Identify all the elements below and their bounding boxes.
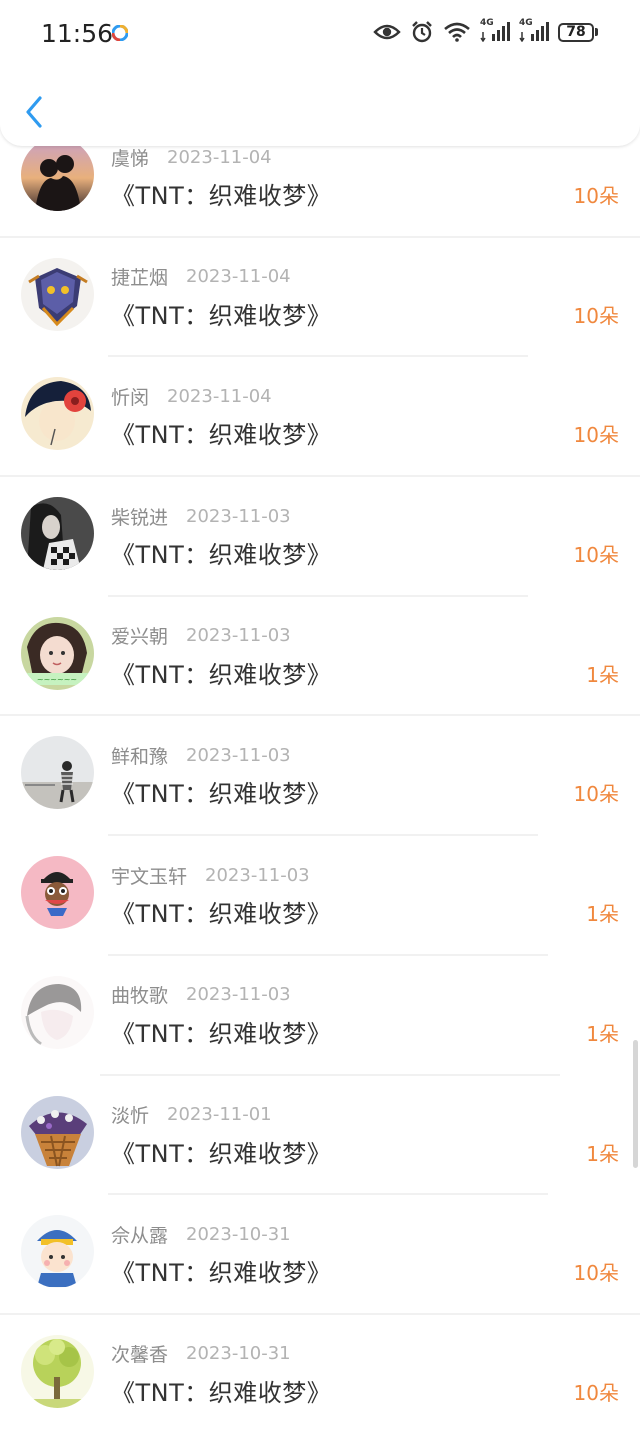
record-date: 2023-11-03 [186,984,291,1006]
avatar[interactable] [21,138,94,211]
signal-icon: 4G [519,18,549,42]
user-name: 淡忻 [111,1105,150,1127]
user-name: 曲牧歌 [111,985,169,1008]
flower-count: 10朵 [573,782,619,807]
avatar[interactable] [21,1334,94,1408]
status-time: 11:56 [41,19,114,48]
user-name: 宇文玉轩 [111,865,188,888]
work-title[interactable]: 《TNT：织难收梦》 [111,176,331,211]
battery-level: 78 [558,22,594,42]
flower-count: 10朵 [573,423,619,448]
work-title[interactable]: 《TNT：织难收梦》 [111,894,331,929]
flower-count: 1朵 [586,1141,619,1166]
gift-record-list: 虞悌 2023-11-04 《TNT：织难收梦》 10朵 捷芷烟 2023-11-0… [0,118,640,1435]
list-item[interactable]: 柴锐进 2023-11-03 《TNT：织难收梦》 10朵 [0,477,640,597]
list-item[interactable]: 忻闵 2023-11-04 《TNT：织难收梦》 10朵 [0,357,640,478]
flower-count: 10朵 [573,184,619,208]
record-date: 2023-11-04 [167,385,272,407]
signal-icon: 4G [480,18,510,42]
alarm-icon [410,21,434,43]
work-title[interactable]: 《TNT：织难收梦》 [111,1373,331,1408]
eye-icon [373,22,401,42]
work-title[interactable]: 《TNT：织难收梦》 [111,535,331,570]
user-name: 佘从露 [111,1224,169,1247]
user-name: 忻闵 [111,386,150,409]
user-name: 次馨香 [111,1344,169,1367]
work-title[interactable]: 《TNT：织难收梦》 [111,415,331,450]
work-title[interactable]: 《TNT：织难收梦》 [111,1134,331,1169]
list-item[interactable]: 捷芷烟 2023-11-04 《TNT：织难收梦》 10朵 [0,238,640,358]
user-name: 爱兴朝 [111,626,169,649]
battery-icon: 78 [558,22,598,42]
avatar[interactable] [21,975,94,1049]
work-title[interactable]: 《TNT：织难收梦》 [111,1014,331,1049]
record-date: 2023-11-04 [186,266,291,288]
user-name: 虞悌 [111,147,150,170]
chevron-left-icon[interactable] [22,94,46,130]
record-date: 2023-11-03 [186,625,291,647]
network-type-label: 4G [519,18,533,28]
list-item[interactable]: ~~~~~~ 爱兴朝 2023-11-03 《TNT：织难收梦》 1朵 [0,597,640,717]
avatar[interactable] [21,856,94,930]
top-bar: 11:56 4G 4G 78 [0,0,640,146]
list-item[interactable]: 淡忻 2023-11-01 《TNT：织难收梦》 1朵 [0,1076,640,1196]
list-item[interactable]: 次馨香 2023-10-31 《TNT：织难收梦》 10朵 [0,1315,640,1435]
avatar[interactable] [21,257,94,331]
user-name: 鲜和豫 [111,745,169,768]
avatar[interactable] [21,736,94,810]
scrollbar[interactable] [633,1040,638,1168]
avatar[interactable] [21,377,94,451]
flower-count: 10朵 [573,1380,619,1405]
app-notification-icon [112,25,128,41]
user-name: 捷芷烟 [111,267,169,290]
record-date: 2023-10-31 [186,1343,291,1365]
record-date: 2023-11-03 [186,505,291,527]
flower-count: 10朵 [573,303,619,328]
flower-count: 1朵 [586,902,619,927]
flower-count: 10朵 [573,1261,619,1286]
svg-text:~~~~~~: ~~~~~~ [37,675,77,684]
avatar[interactable]: ~~~~~~ [21,616,94,690]
record-date: 2023-11-01 [167,1104,272,1125]
list-item[interactable]: 佘从露 2023-10-31 《TNT：织难收梦》 10朵 [0,1195,640,1315]
record-date: 2023-11-04 [167,146,272,168]
wifi-icon [443,22,471,42]
work-title[interactable]: 《TNT：织难收梦》 [111,774,331,809]
network-type-label: 4G [480,18,494,28]
list-item[interactable]: 曲牧歌 2023-11-03 《TNT：织难收梦》 1朵 [0,956,640,1076]
work-title[interactable]: 《TNT：织难收梦》 [111,296,331,331]
record-date: 2023-11-03 [205,864,310,886]
avatar[interactable] [21,1095,94,1169]
list-item[interactable]: 宇文玉轩 2023-11-03 《TNT：织难收梦》 1朵 [0,836,640,956]
record-date: 2023-10-31 [186,1223,291,1245]
avatar[interactable] [21,497,94,571]
flower-count: 1朵 [586,662,619,687]
user-name: 柴锐进 [111,506,169,529]
work-title[interactable]: 《TNT：织难收梦》 [111,655,331,690]
flower-count: 10朵 [573,543,619,568]
flower-count: 1朵 [586,1021,619,1046]
avatar[interactable] [21,1215,94,1289]
record-date: 2023-11-03 [186,744,291,766]
list-item[interactable]: 鲜和豫 2023-11-03 《TNT：织难收梦》 10朵 [0,716,640,837]
work-title[interactable]: 《TNT：织难收梦》 [111,1253,331,1288]
status-bar: 11:56 4G 4G 78 [0,0,640,66]
